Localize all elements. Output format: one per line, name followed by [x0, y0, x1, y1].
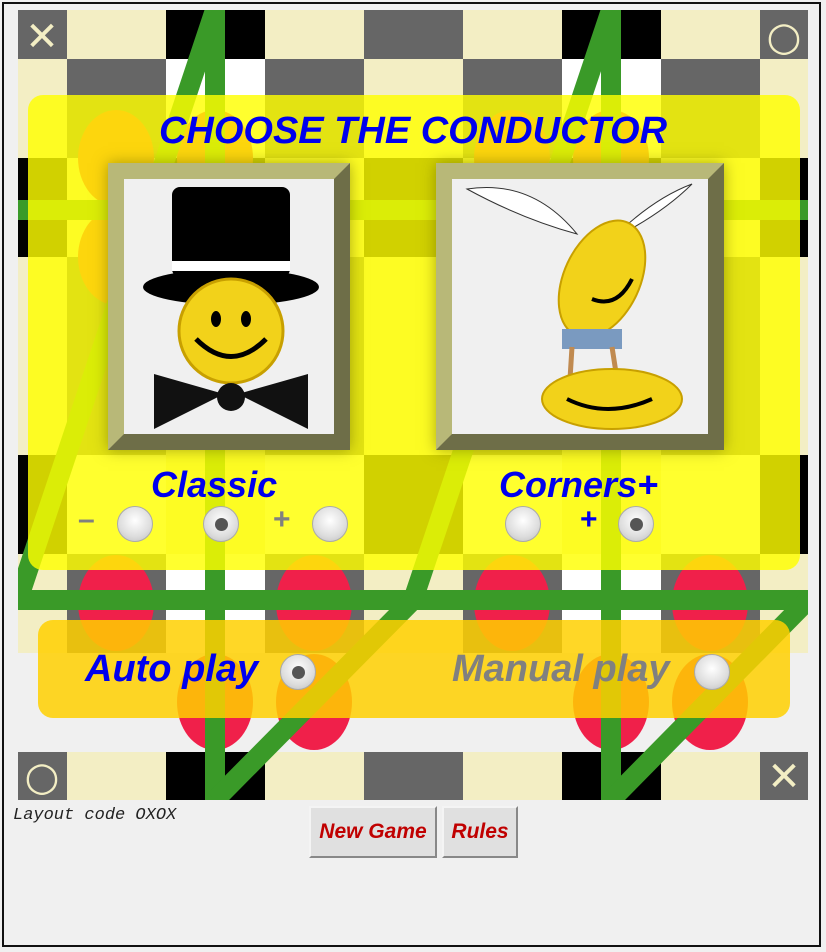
corners-plus-radio[interactable] [618, 506, 654, 542]
smiley-top-hat-icon [143, 187, 319, 429]
board-square [661, 10, 760, 59]
manual-play-label[interactable]: Manual play [452, 648, 670, 691]
board-square [67, 752, 166, 800]
x-mark-icon: ✕ [25, 14, 59, 60]
board-square [364, 752, 463, 800]
page-title: CHOOSE THE CONDUCTOR [158, 110, 668, 152]
o-mark-icon: ○ [25, 754, 60, 800]
auto-play-radio[interactable] [280, 654, 316, 690]
board-square [463, 10, 562, 59]
classic-normal-radio[interactable] [203, 506, 239, 542]
board-square [364, 10, 463, 59]
board-square [463, 752, 562, 800]
conductor-corners-label[interactable]: Corners+ [499, 464, 658, 506]
classic-plus-radio[interactable] [312, 506, 348, 542]
x-mark-icon: ✕ [767, 754, 801, 800]
corners-normal-radio[interactable] [505, 506, 541, 542]
classic-minus-radio[interactable] [117, 506, 153, 542]
new-game-button[interactable]: New Game [309, 806, 437, 858]
conductor-classic-image[interactable] [108, 163, 350, 450]
board-square [265, 10, 364, 59]
flying-smiley-icon [465, 183, 693, 430]
auto-play-label[interactable]: Auto play [85, 648, 258, 691]
board-square [67, 10, 166, 59]
conductor-corners-image[interactable] [436, 163, 724, 450]
board-square [661, 752, 760, 800]
o-mark-icon: ○ [767, 14, 802, 60]
layout-code: Layout code OXOX [13, 806, 177, 825]
conductor-classic-label[interactable]: Classic [151, 464, 277, 506]
corners-plus-sign: + [580, 503, 598, 536]
manual-play-radio[interactable] [694, 654, 730, 690]
board-square [265, 752, 364, 800]
minus-sign: – [78, 503, 95, 536]
plus-sign: + [273, 503, 291, 536]
rules-button[interactable]: Rules [442, 806, 518, 858]
